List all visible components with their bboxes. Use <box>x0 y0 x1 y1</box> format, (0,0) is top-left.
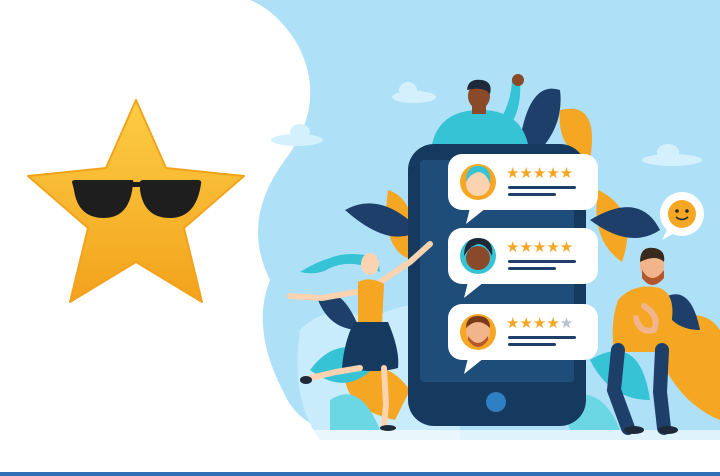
home-button-icon <box>486 392 506 412</box>
bottom-border <box>0 472 720 476</box>
illustration-canvas: ★★★★★ ★★★★★ ★★★★★ <box>0 0 720 476</box>
svg-text:★★★★★: ★★★★★ <box>506 238 573 256</box>
review-illustration: ★★★★★ ★★★★★ ★★★★★ <box>0 0 720 476</box>
star-rating: ★★★★★ <box>506 164 573 182</box>
star-rating: ★★★★★ <box>506 238 573 256</box>
star-with-sunglasses-icon <box>27 99 245 303</box>
star-rating: ★★★★★ <box>506 314 573 332</box>
svg-text:★★★★★: ★★★★★ <box>506 314 573 332</box>
ground <box>300 430 720 440</box>
svg-text:★★★★★: ★★★★★ <box>506 164 573 182</box>
